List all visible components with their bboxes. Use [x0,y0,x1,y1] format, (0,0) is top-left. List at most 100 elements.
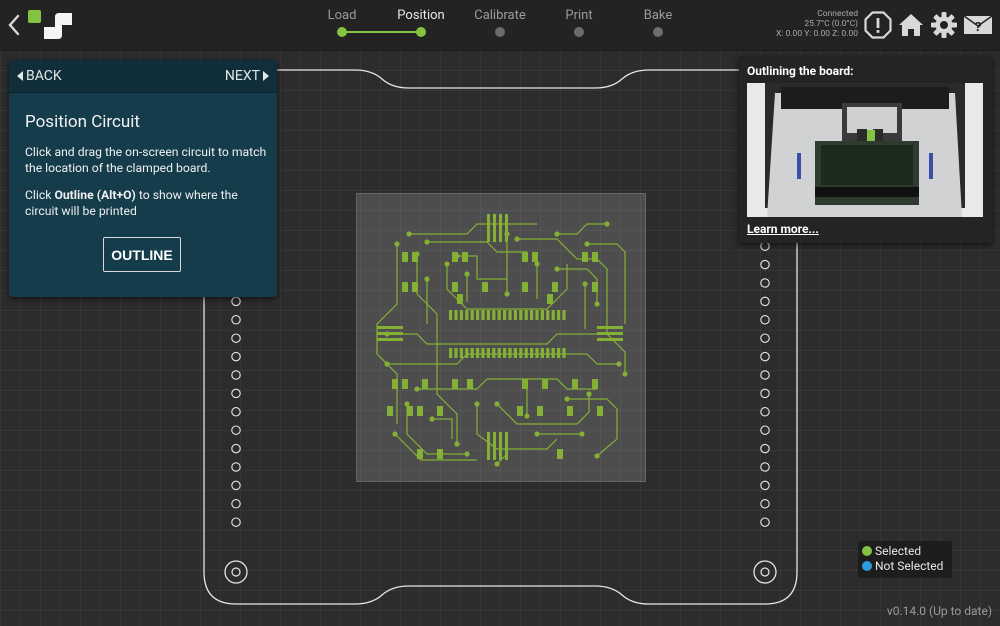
gear-icon[interactable] [930,11,958,39]
via [504,231,510,237]
next-button-label: NEXT [224,68,260,84]
printer-photo [747,83,983,217]
chip-pin [503,348,507,358]
pin-hole-left [231,388,241,399]
chip-pin [540,310,544,320]
chip-pin [497,348,501,358]
help-icon[interactable]: ? [963,11,993,39]
next-arrow-icon [263,71,269,81]
chip-pin [454,348,458,358]
chip-pin [465,310,469,320]
panel-title: Position Circuit [25,112,140,132]
via [464,271,470,277]
step-print[interactable]: Print [539,8,619,23]
version-label: v0.14.0 (Up to date) [886,604,992,618]
chip-pin [530,310,534,320]
alert-icon[interactable] [864,11,892,39]
video-thumbnail[interactable] [747,83,983,217]
circuit-preview[interactable] [356,193,646,482]
pin-hole-right [760,388,770,399]
chip-pin [513,348,517,358]
chip-pin [497,310,501,320]
step-load-dot [337,27,347,37]
via [524,413,530,419]
chip-pin [476,348,480,358]
chip-pin [481,348,485,358]
via [414,386,420,392]
outline-shortcut: Outline (Alt+O) [54,188,136,202]
via [586,391,592,397]
back-button[interactable]: BACK [17,68,62,84]
chip-pin [524,310,528,320]
via [394,241,400,247]
step-print-dot [574,27,584,37]
via [616,361,622,367]
chip-pin [486,310,490,320]
pin-hole-right [760,259,770,270]
chip-pin [562,348,566,358]
via [582,281,588,287]
circuit-traces [376,214,628,467]
home-icon[interactable] [897,11,925,39]
step-load[interactable]: Load [302,8,382,23]
printer-status: Connected 25.7°C (0.0°C) X: 0.00 Y: 0.00… [768,9,858,39]
step-bake-label: Bake [643,8,673,23]
via [444,261,450,267]
pin-hole-right [760,351,770,362]
via [604,221,610,227]
chip-pin [470,310,474,320]
pin-hole-left [231,333,241,343]
via [414,251,420,257]
pin-hole-right [760,333,770,343]
chip-pin [546,310,550,320]
selected-dot-icon [862,546,872,556]
chip-pin [459,310,463,320]
chip-pin [470,348,474,358]
mount-hole-left [224,560,248,584]
learn-more-link[interactable]: Learn more... [747,222,819,236]
back-button-label: BACK [26,68,62,84]
pin-hole-left [231,480,241,491]
pin-hole-right [760,443,770,454]
via [579,431,585,437]
chip-pin [465,348,469,358]
step-position-label: Position [397,8,445,23]
chip-pin [519,348,523,358]
via [404,401,410,407]
via [429,416,435,422]
mount-hole-right [753,560,777,584]
chip-pin [551,348,555,358]
back-chevron-icon[interactable] [6,13,22,37]
top-bar: Load Position Calibrate Print Bake Conne… [0,0,1000,51]
instruction-text-outline: Click Outline (Alt+O) to show where the … [25,187,270,219]
video-title: Outlining the board: [747,64,854,78]
via [622,371,628,377]
legend-selected-label: Selected [875,544,922,558]
via [534,261,540,267]
next-button[interactable]: NEXT [225,68,269,84]
outline-button[interactable]: OUTLINE [103,237,181,272]
step-position[interactable]: Position [381,8,461,23]
pin-hole-left [231,351,241,362]
via [392,431,398,437]
chip-pin [562,310,566,320]
chip-pin [454,310,458,320]
pin-hole-left [231,296,241,307]
pin-hole-right [760,480,770,491]
chip-pin [449,310,453,320]
position-readout: X: 0.00 Y: 0.00 Z: 0.00 [776,29,858,39]
step-calibrate-dot [495,27,505,37]
step-bake[interactable]: Bake [618,8,698,23]
chip-pin [535,310,539,320]
chip-pin [481,310,485,320]
via [504,291,510,297]
chip-pin [449,348,453,358]
pin-hole-right [760,278,770,288]
step-calibrate[interactable]: Calibrate [460,8,540,23]
panel-nav: BACK NEXT [9,60,277,93]
pin-hole-left [231,462,241,472]
chip-pin [524,348,528,358]
chip-pin [519,310,523,320]
via [384,361,390,367]
pin-hole-left [231,407,241,417]
